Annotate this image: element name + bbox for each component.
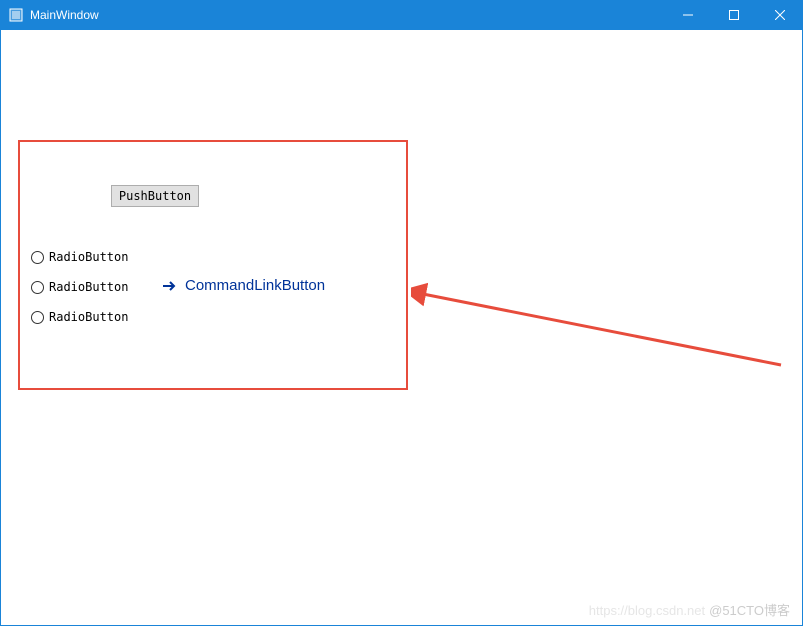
minimize-button[interactable] <box>665 0 711 30</box>
radio-icon <box>31 281 44 294</box>
command-link-button[interactable]: CommandLinkButton <box>161 277 341 294</box>
radio-label: RadioButton <box>49 310 128 324</box>
app-icon <box>8 7 24 23</box>
radio-button-1[interactable]: RadioButton <box>31 250 128 264</box>
annotation-arrow <box>411 280 786 370</box>
radio-label: RadioButton <box>49 280 128 294</box>
push-button[interactable]: PushButton <box>111 185 199 207</box>
titlebar: MainWindow <box>0 0 803 30</box>
radio-icon <box>31 251 44 264</box>
push-button-label: PushButton <box>119 189 191 203</box>
watermark-url: https://blog.csdn.net <box>589 603 705 618</box>
client-area: PushButton RadioButton RadioButton Radio… <box>0 30 803 626</box>
maximize-button[interactable] <box>711 0 757 30</box>
command-link-label: CommandLinkButton <box>185 277 325 294</box>
arrow-right-icon <box>161 278 177 294</box>
radio-button-2[interactable]: RadioButton <box>31 280 128 294</box>
radio-group: RadioButton RadioButton RadioButton <box>31 250 128 340</box>
radio-label: RadioButton <box>49 250 128 264</box>
window-controls <box>665 0 803 30</box>
radio-button-3[interactable]: RadioButton <box>31 310 128 324</box>
radio-icon <box>31 311 44 324</box>
watermark: https://blog.csdn.net @51CTO博客 <box>589 600 790 619</box>
watermark-text: @51CTO博客 <box>709 603 790 618</box>
close-button[interactable] <box>757 0 803 30</box>
window-title: MainWindow <box>30 8 99 22</box>
